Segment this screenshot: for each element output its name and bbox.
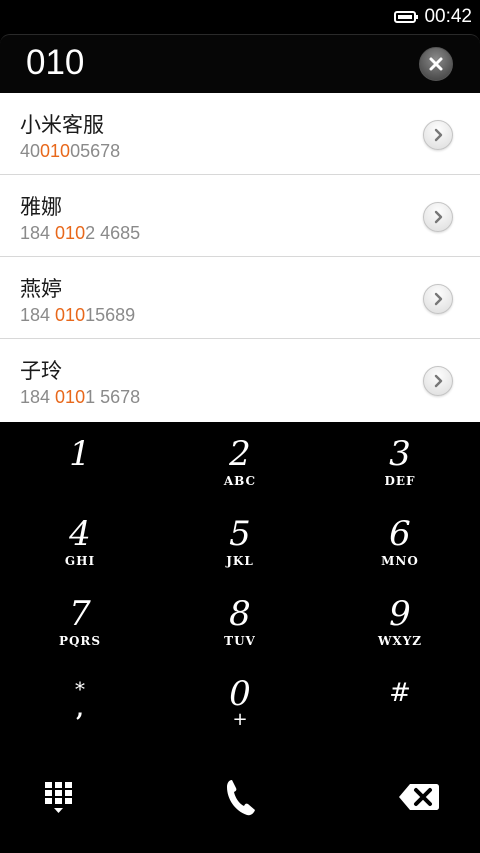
contact-number: 184 01015689 — [20, 305, 135, 326]
contact-suggestion-list: 小米客服 4001005678 雅娜 184 0102 4685 燕婷 184 … — [0, 93, 480, 422]
number-match: 010 — [40, 141, 71, 161]
key-digit: 8 — [229, 594, 251, 634]
key-digit: 0 — [229, 674, 251, 714]
contact-detail-button[interactable] — [423, 366, 453, 396]
dialpad-icon — [45, 782, 72, 813]
chevron-right-icon — [434, 374, 443, 388]
key-9[interactable]: 9 WXYZ — [320, 582, 480, 662]
number-suffix: 05678 — [70, 141, 121, 161]
key-letters: JKL — [226, 554, 254, 568]
clear-number-button[interactable] — [419, 47, 453, 81]
battery-icon — [394, 11, 418, 23]
key-letters: ABC — [223, 474, 257, 488]
close-icon — [429, 57, 443, 71]
key-2[interactable]: 2 ABC — [160, 422, 320, 502]
chevron-right-icon — [434, 292, 443, 306]
key-letters: PQRS — [58, 634, 102, 648]
key-8[interactable]: 8 TUV — [160, 582, 320, 662]
number-prefix: 184 — [20, 223, 56, 243]
key-letters: TUV — [224, 634, 256, 648]
number-suffix: 1 5678 — [85, 387, 141, 407]
key-5[interactable]: 5 JKL — [160, 502, 320, 582]
key-digit: 7 — [69, 594, 91, 634]
number-prefix: 184 — [20, 305, 56, 325]
contact-number: 184 0101 5678 — [20, 387, 140, 408]
phone-icon — [227, 780, 255, 816]
number-suffix: 2 4685 — [85, 223, 141, 243]
key-letters: MNO — [381, 554, 419, 568]
key-letters: , — [76, 696, 84, 722]
backspace-icon — [399, 784, 439, 810]
key-letters: + — [232, 709, 248, 730]
key-6[interactable]: 6 MNO — [320, 502, 480, 582]
key-4[interactable]: 4 GHI — [0, 502, 160, 582]
contact-row[interactable]: 小米客服 4001005678 — [0, 93, 480, 175]
contact-name: 燕婷 — [20, 277, 62, 301]
key-3[interactable]: 3 DEF — [320, 422, 480, 502]
key-digit: 4 — [69, 514, 91, 554]
toggle-keypad-button[interactable] — [20, 772, 100, 822]
contact-name: 子玲 — [20, 359, 62, 383]
call-button[interactable] — [200, 772, 280, 822]
key-digit: 2 — [229, 434, 251, 474]
contact-row[interactable]: 燕婷 184 01015689 — [0, 257, 480, 339]
number-match: 010 — [55, 223, 86, 243]
dialed-number-bar: 010 — [0, 34, 480, 93]
contact-number: 4001005678 — [20, 141, 120, 162]
contact-detail-button[interactable] — [423, 120, 453, 150]
contact-name: 小米客服 — [20, 113, 104, 137]
contact-number: 184 0102 4685 — [20, 223, 140, 244]
key-digit: 9 — [389, 594, 411, 634]
dialer-action-bar — [0, 742, 480, 853]
backspace-button[interactable] — [380, 772, 460, 822]
key-star[interactable]: * , — [0, 662, 160, 742]
key-digit: 5 — [229, 514, 251, 554]
status-clock: 00:42 — [424, 6, 472, 27]
contact-detail-button[interactable] — [423, 284, 453, 314]
key-digit: 6 — [389, 514, 411, 554]
dial-keypad: 1 2 ABC 3 DEF 4 GHI 5 JKL 6 MNO 7 PQRS 8 — [0, 422, 480, 742]
status-bar: 00:42 — [0, 0, 480, 34]
key-0[interactable]: 0 + — [160, 662, 320, 742]
number-match: 010 — [55, 305, 86, 325]
number-prefix: 40 — [20, 141, 41, 161]
key-digit: 1 — [69, 434, 91, 474]
key-letters: WXYZ — [377, 634, 423, 648]
contact-row[interactable]: 雅娜 184 0102 4685 — [0, 175, 480, 257]
key-letters: GHI — [64, 554, 96, 568]
chevron-right-icon — [434, 128, 443, 142]
number-prefix: 184 — [20, 387, 56, 407]
number-match: 010 — [55, 387, 86, 407]
dialer-screen: 00:42 010 小米客服 4001005678 雅娜 184 0102 46… — [0, 0, 480, 853]
key-7[interactable]: 7 PQRS — [0, 582, 160, 662]
key-digit: # — [389, 678, 411, 708]
contact-name: 雅娜 — [20, 195, 62, 219]
contact-row[interactable]: 子玲 184 0101 5678 — [0, 339, 480, 422]
key-1[interactable]: 1 — [0, 422, 160, 502]
key-digit: 3 — [389, 434, 411, 474]
chevron-right-icon — [434, 210, 443, 224]
number-suffix: 15689 — [85, 305, 136, 325]
key-hash[interactable]: # — [320, 662, 480, 742]
key-letters: DEF — [384, 474, 416, 488]
dialed-number[interactable]: 010 — [26, 43, 84, 83]
contact-detail-button[interactable] — [423, 202, 453, 232]
